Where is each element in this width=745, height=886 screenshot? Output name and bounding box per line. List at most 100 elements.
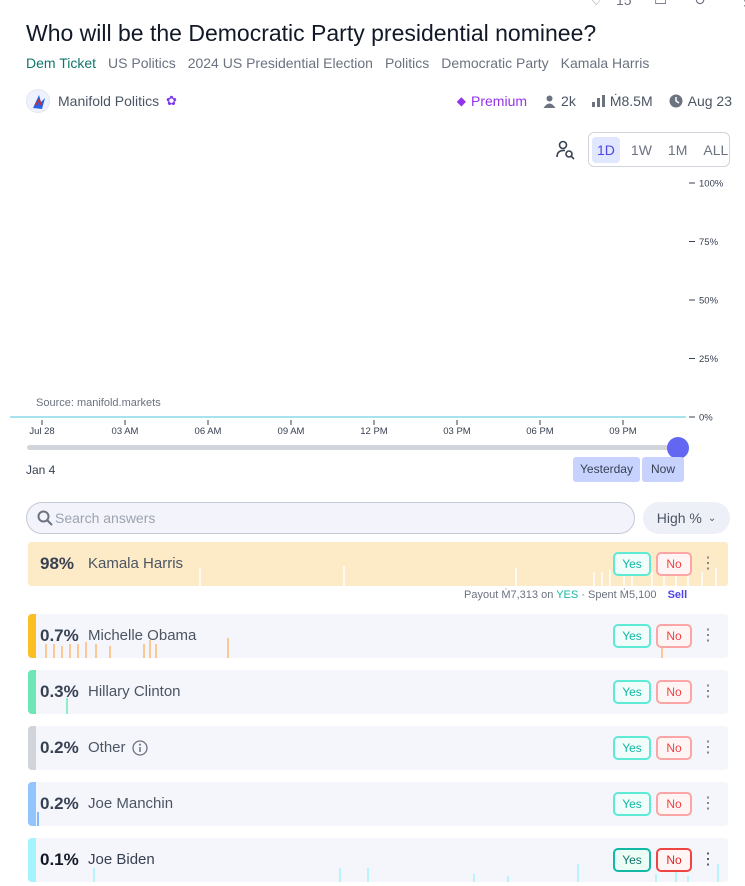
more-options-icon[interactable]: ⋮ [700, 792, 716, 816]
more-options-icon[interactable]: ⋮ [700, 624, 716, 648]
diamond-icon: ◆ [456, 94, 467, 108]
info-icon[interactable] [131, 739, 148, 756]
answer-name: Michelle Obama [88, 627, 197, 644]
x-tick-label: 09 AM [278, 426, 305, 437]
sell-button[interactable]: Sell [668, 589, 688, 601]
more-icon[interactable]: ⋮ [738, 0, 745, 9]
x-tick-label: 06 AM [195, 426, 222, 437]
x-tick-label: Jul 28 [29, 426, 54, 437]
clock-icon [669, 94, 683, 108]
y-tick-label: 75% [699, 237, 719, 248]
answer-search [26, 502, 635, 534]
volume-stat[interactable]: Ṁ8.5M [591, 93, 653, 109]
answer-row-hillary-clinton[interactable]: 0.3% Hillary Clinton Yes No ⋮ [28, 670, 728, 714]
tag-democratic-party[interactable]: Democratic Party [441, 55, 548, 71]
more-options-icon[interactable]: ⋮ [700, 736, 716, 760]
buy-yes-button[interactable]: Yes [613, 680, 651, 704]
period-1d[interactable]: 1D [592, 136, 620, 163]
spent-amount: Ṁ5,100 [619, 589, 657, 601]
answer-row-michelle-obama[interactable]: 0.7% Michelle Obama Yes No ⋮ [28, 614, 728, 658]
user-position: Payout Ṁ7,313 on YES · Spent Ṁ5,100 Sell [464, 589, 688, 601]
answer-row-kamala-harris[interactable]: 98% Kamala Harris Yes No ⋮ [28, 542, 728, 586]
buy-yes-button[interactable]: Yes [613, 736, 651, 760]
buy-no-button[interactable]: No [656, 848, 692, 872]
creator-name[interactable]: Manifold Politics [58, 93, 159, 109]
payout-outcome: YES [556, 589, 579, 601]
answer-probability: 98% [40, 554, 75, 573]
payout-amount: Ṁ7,313 [501, 589, 539, 601]
tag-kamala-harris[interactable]: Kamala Harris [561, 55, 650, 71]
period-all[interactable]: ALL [698, 137, 733, 163]
period-1w[interactable]: 1W [626, 137, 657, 163]
user-icon [543, 95, 556, 108]
search-input[interactable] [55, 506, 615, 530]
answer-row-joe-manchin[interactable]: 0.2% Joe Manchin Yes No ⋮ [28, 782, 728, 826]
buy-no-button[interactable]: No [656, 736, 692, 760]
time-slider-track[interactable] [27, 445, 682, 450]
bar-chart-icon [591, 95, 605, 107]
close-date-stat[interactable]: Aug 23 [669, 93, 732, 109]
x-tick-label: 06 PM [526, 426, 554, 437]
answer-name: Joe Manchin [88, 795, 174, 812]
slider-start-date: Jan 4 [26, 463, 56, 477]
answer-name-wrap: Other [88, 739, 148, 756]
tag-us-politics[interactable]: US Politics [108, 55, 176, 71]
verified-badge-icon: ✿ [166, 93, 177, 108]
more-options-icon[interactable]: ⋮ [700, 552, 716, 576]
payout-on: on [541, 589, 554, 601]
buy-yes-button[interactable]: Yes [613, 552, 651, 576]
yesterday-button[interactable]: Yesterday [573, 457, 640, 482]
buy-no-button[interactable]: No [656, 552, 692, 576]
sort-dropdown[interactable]: High % ⌄ [643, 502, 730, 534]
like-count: 15 [616, 0, 632, 8]
y-tick-label: 100% [699, 179, 724, 190]
search-icon [37, 510, 53, 526]
buy-no-button[interactable]: No [656, 680, 692, 704]
buy-yes-button[interactable]: Yes [613, 624, 651, 648]
page-title: Who will be the Democratic Party preside… [26, 20, 597, 46]
market-meta: Manifold Politics ✿ ◆ Premium 2k Ṁ8.5M A… [26, 89, 732, 115]
time-slider-handle[interactable] [667, 437, 689, 459]
chevron-down-icon: ⌄ [707, 512, 717, 524]
bookmark-icon[interactable]: ▭ [654, 0, 667, 9]
more-options-icon[interactable]: ⋮ [700, 848, 716, 872]
answer-name: Kamala Harris [88, 555, 184, 572]
x-tick-label: 09 PM [609, 426, 637, 437]
x-tick-label: 03 AM [112, 426, 139, 437]
chart-svg: 100% 75% 50% 25% 0% Jul 28 03 AM 06 AM 09 AM 12 P… [10, 179, 724, 437]
answer-name: Joe Biden [88, 851, 155, 868]
premium-label: Premium [471, 93, 528, 109]
top-action-bar: ♡ 15 ▭ ↻ ⋮ [590, 0, 745, 8]
traders-stat[interactable]: 2k [543, 93, 576, 109]
user-search-icon[interactable] [556, 140, 576, 160]
answer-color-bar [28, 726, 36, 770]
tag-politics[interactable]: Politics [385, 55, 429, 71]
now-button[interactable]: Now [642, 457, 684, 482]
answer-probability: 0.1% [40, 850, 79, 869]
creator-avatar[interactable] [26, 89, 50, 113]
x-tick-label: 12 PM [360, 426, 388, 437]
answer-row-other[interactable]: 0.2% Other Yes No ⋮ [28, 726, 728, 770]
answer-probability: 0.7% [40, 626, 79, 645]
y-tick-label: 0% [699, 413, 713, 424]
buy-yes-button[interactable]: Yes [613, 792, 651, 816]
probability-chart[interactable]: 100% 75% 50% 25% 0% Jul 28 03 AM 06 AM 09 AM 12 P… [0, 170, 745, 460]
more-options-icon[interactable]: ⋮ [700, 680, 716, 704]
sort-label: High % [656, 510, 702, 526]
heart-icon[interactable]: ♡ [590, 0, 603, 9]
answer-name: Other [88, 739, 126, 756]
answer-probability: 0.2% [40, 794, 79, 813]
share-icon[interactable]: ↻ [694, 0, 706, 9]
tag-2024-election[interactable]: 2024 US Presidential Election [188, 55, 373, 71]
buy-yes-button[interactable]: Yes [613, 848, 651, 872]
answer-row-joe-biden[interactable]: 0.1% Joe Biden Yes No ⋮ [28, 838, 728, 882]
period-selector: 1D 1W 1M ALL [588, 132, 730, 167]
buy-no-button[interactable]: No [656, 624, 692, 648]
payout-label: Payout [464, 589, 499, 601]
buy-no-button[interactable]: No [656, 792, 692, 816]
period-1m[interactable]: 1M [663, 137, 692, 163]
tag-dem-ticket[interactable]: Dem Ticket [26, 55, 96, 71]
y-tick-label: 25% [699, 354, 719, 365]
tag-list: Dem Ticket US Politics 2024 US President… [26, 55, 649, 71]
spent-label: Spent [587, 589, 617, 601]
